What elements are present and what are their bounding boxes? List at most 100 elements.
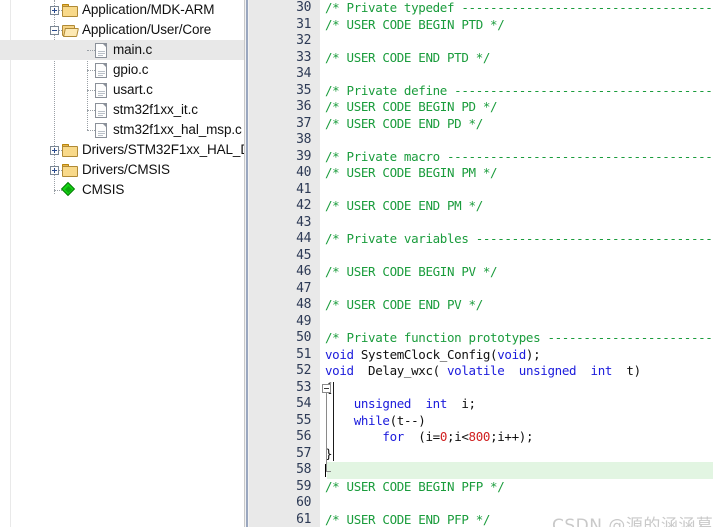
ide-window: Application/MDK-ARM Application/User/Core… (0, 0, 713, 527)
fold-stem-line (326, 393, 327, 471)
code-text: void Delay_wxc( volatile unsigned int t) (325, 363, 641, 380)
token-keyword: int (590, 363, 613, 378)
code-line[interactable]: 30 /* Private typedef -------------------… (249, 0, 713, 17)
code-line[interactable]: 41 (249, 182, 713, 199)
line-number: 48 (296, 297, 311, 312)
code-line[interactable]: 46 /* USER CODE BEGIN PV */ (249, 264, 713, 281)
token-comment: /* USER CODE END PM */ (325, 198, 483, 213)
tree-item-stm32f1xx-it-c[interactable]: stm32f1xx_it.c (0, 100, 244, 120)
code-text: /* USER CODE BEGIN PM */ (325, 165, 498, 182)
tree-item-gpio-c[interactable]: gpio.c (0, 60, 244, 80)
line-number: 37 (296, 115, 311, 131)
code-line[interactable]: 52 void Delay_wxc( volatile unsigned int … (249, 363, 713, 380)
token-comment: /* USER CODE END PD */ (325, 115, 483, 131)
token-comment: /* Private typedef ---------------------… (325, 0, 713, 15)
token-keyword: void (325, 363, 354, 378)
code-line[interactable]: 31 /* USER CODE BEGIN PTD */ (249, 17, 713, 34)
line-number: 43 (296, 214, 311, 230)
code-text-area[interactable]: 30 /* Private typedef -------------------… (249, 0, 713, 527)
code-line[interactable]: 47 (249, 281, 713, 298)
code-text: /* Private typedef ---------------------… (325, 0, 713, 17)
code-text: for (i=0;i<800;i++); (325, 429, 533, 446)
code-line[interactable]: 57} (249, 446, 713, 463)
tree-connector-tick (87, 70, 95, 72)
code-line[interactable]: 53{ (249, 380, 713, 397)
code-line[interactable]: 50 /* Private function prototypes -------… (249, 330, 713, 347)
code-line[interactable]: 36 /* USER CODE BEGIN PD */ (249, 99, 713, 116)
code-line[interactable]: 40 /* USER CODE BEGIN PM */ (249, 165, 713, 182)
code-line[interactable]: 44 /* Private variables -----------------… (249, 231, 713, 248)
tree-item-application-user-core[interactable]: Application/User/Core (0, 20, 244, 40)
folder-closed-icon (62, 4, 78, 17)
code-line[interactable]: 38 (249, 132, 713, 149)
token-comment: /* Private variables -------------------… (325, 231, 713, 246)
code-text: /* Private macro -----------------------… (325, 149, 713, 166)
token-keyword: for (382, 429, 404, 444)
code-line[interactable]: 59 /* USER CODE BEGIN PFP */ (249, 479, 713, 496)
splitter-bar (246, 0, 248, 527)
tree-item-application-mdk-arm[interactable]: Application/MDK-ARM (0, 0, 244, 20)
line-number: 60 (296, 495, 311, 510)
collapse-icon[interactable] (50, 26, 59, 35)
token-plain: (t--) (389, 412, 426, 428)
code-line[interactable]: 54 unsigned int i; (249, 396, 713, 413)
line-number: 57 (296, 445, 311, 461)
code-line[interactable]: 45 (249, 248, 713, 265)
tree-item-main-c[interactable]: main.c (0, 40, 244, 60)
code-line[interactable]: 32 (249, 33, 713, 50)
code-line[interactable]: 42 /* USER CODE END PM */ (249, 198, 713, 215)
code-text: /* USER CODE END PTD */ (325, 50, 490, 67)
tree-item-label: Application/User/Core (82, 22, 212, 37)
token-comment: /* USER CODE END PFP */ (325, 511, 491, 527)
token-plain: ); (525, 346, 541, 362)
line-number: 50 (296, 330, 311, 345)
brace-scope-line (333, 382, 334, 461)
tree-connector-tick (87, 110, 95, 112)
code-text: void SystemClock_Config(void); (325, 346, 541, 364)
tree-item-drivers-cmsis[interactable]: Drivers/CMSIS (0, 160, 244, 180)
token-keyword: volatile (447, 363, 505, 378)
code-line[interactable]: 55 while(t--) (249, 413, 713, 430)
project-tree-list: Application/MDK-ARM Application/User/Core… (0, 0, 244, 200)
token-plain: t) (612, 363, 641, 378)
line-number: 39 (296, 148, 311, 164)
tree-item-drivers-stm32f1xx-hal-driv[interactable]: Drivers/STM32F1xx_HAL_Driv (0, 140, 244, 160)
code-line[interactable]: 39 /* Private macro ---------------------… (249, 149, 713, 166)
code-line[interactable]: 49 (249, 314, 713, 331)
file-icon (95, 43, 107, 58)
line-number: 33 (296, 49, 311, 65)
code-line[interactable]: 48 /* USER CODE END PV */ (249, 297, 713, 314)
expand-icon[interactable] (50, 146, 59, 155)
token-keyword: int (425, 396, 447, 411)
expand-icon[interactable] (50, 6, 59, 15)
code-text: while(t--) (325, 412, 426, 430)
code-line[interactable]: 56 for (i=0;i<800;i++); (249, 429, 713, 446)
expand-icon[interactable] (50, 166, 59, 175)
code-line[interactable]: 51 void SystemClock_Config(void); (249, 347, 713, 364)
code-line[interactable]: 60 (249, 495, 713, 512)
token-keyword: unsigned (518, 363, 577, 378)
code-line[interactable]: 43 (249, 215, 713, 232)
active-line-highlight (327, 462, 713, 479)
tree-item-label: Application/MDK-ARM (82, 2, 215, 17)
code-text: unsigned int i; (325, 396, 476, 413)
tree-item-stm32f1xx-hal-msp-c[interactable]: stm32f1xx_hal_msp.c (0, 120, 244, 140)
code-text: /* USER CODE BEGIN PFP */ (325, 479, 505, 496)
line-number: 53 (296, 379, 311, 395)
code-line[interactable]: 58 (249, 462, 713, 479)
code-line[interactable]: 34 (249, 66, 713, 83)
code-line[interactable]: 33 /* USER CODE END PTD */ (249, 50, 713, 67)
line-number: 40 (296, 165, 311, 180)
line-number: 41 (296, 181, 311, 197)
token-comment: /* Private function prototypes ---------… (325, 330, 713, 345)
fold-collapse-icon[interactable] (322, 384, 331, 393)
token-plain: ;i++); (490, 429, 534, 444)
code-line[interactable]: 37 /* USER CODE END PD */ (249, 116, 713, 133)
tree-item-usart-c[interactable]: usart.c (0, 80, 244, 100)
token-plain: i; (447, 396, 476, 411)
tree-item-label: Drivers/STM32F1xx_HAL_Driv (82, 142, 244, 157)
tree-item-cmsis[interactable]: CMSIS (0, 180, 244, 200)
code-editor[interactable]: 30 /* Private typedef -------------------… (249, 0, 713, 527)
code-line[interactable]: 35 /* Private define --------------------… (249, 83, 713, 100)
token-number: 0 (439, 429, 448, 444)
